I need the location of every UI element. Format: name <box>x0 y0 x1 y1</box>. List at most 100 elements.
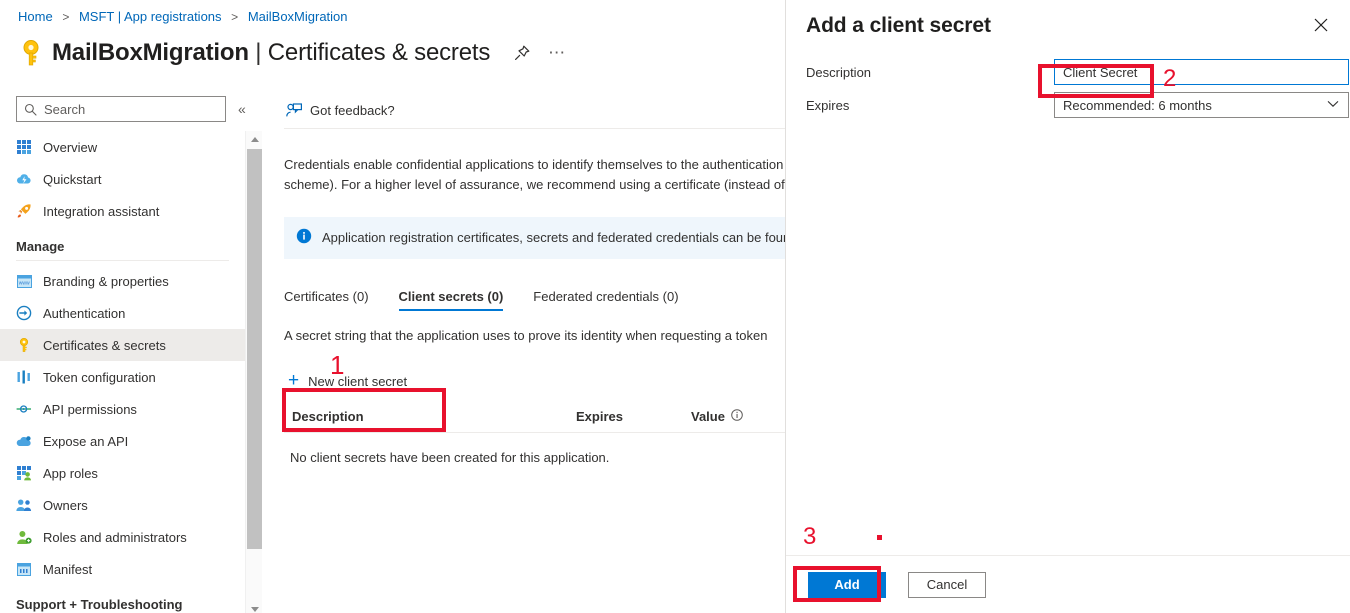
page-title-section: Certificates & secrets <box>267 39 491 66</box>
description-field-row: Description <box>786 59 1350 85</box>
sidebar-item-overview[interactable]: Overview <box>0 131 245 163</box>
pin-icon[interactable] <box>512 43 532 63</box>
cloud-lightning-icon <box>16 171 32 187</box>
sidebar-item-manifest[interactable]: Manifest <box>0 553 245 585</box>
sidebar-item-integration-assistant[interactable]: Integration assistant <box>0 195 245 227</box>
sidebar-item-label: Branding & properties <box>43 273 169 289</box>
azure-portal-screen: Home > MSFT | App registrations > MailBo… <box>0 0 1350 613</box>
expires-dropdown[interactable]: Recommended: 6 months <box>1054 92 1349 118</box>
key-icon <box>16 337 32 353</box>
sidebar-item-api-permissions[interactable]: API permissions <box>0 393 245 425</box>
key-icon <box>18 38 44 68</box>
token-icon <box>16 369 32 385</box>
rocket-icon <box>16 203 32 219</box>
table-header-row: Description Expires Value <box>284 409 785 432</box>
breadcrumb-item-mailboxmigration[interactable]: MailBoxMigration <box>248 9 348 24</box>
authentication-icon <box>16 305 32 321</box>
feedback-person-icon <box>286 102 302 116</box>
sidebar-item-label: API permissions <box>43 401 137 417</box>
page-title: MailBoxMigration | Certificates & secret… <box>52 39 490 67</box>
info-icon <box>296 228 312 249</box>
info-banner-text: Application registration certificates, s… <box>322 230 785 245</box>
sidebar-item-token-configuration[interactable]: Token configuration <box>0 361 245 393</box>
sidebar-item-certificates-secrets[interactable]: Certificates & secrets <box>0 329 245 361</box>
column-header-description: Description <box>292 409 364 424</box>
tab-client-secrets[interactable]: Client secrets (0) <box>398 289 503 311</box>
breadcrumb-item-app-registrations[interactable]: MSFT | App registrations <box>79 9 222 24</box>
add-button[interactable]: Add <box>808 571 886 598</box>
sidebar-item-owners[interactable]: Owners <box>0 489 245 521</box>
search-input[interactable] <box>42 100 212 118</box>
plus-icon: + <box>288 370 300 391</box>
credentials-description: Credentials enable confidential applicat… <box>284 157 785 192</box>
app-roles-icon <box>16 465 32 481</box>
sidebar-item-label: Integration assistant <box>43 203 160 219</box>
sidebar: « <box>0 92 262 613</box>
page-title-row: MailBoxMigration | Certificates & secret… <box>18 34 566 72</box>
sidebar-item-label: Overview <box>43 139 98 155</box>
description-field-label: Description <box>806 64 872 80</box>
branding-icon: www <box>16 273 32 289</box>
manifest-icon <box>16 561 32 577</box>
add-client-secret-panel: Add a client secret Description Expires … <box>785 0 1350 613</box>
expires-field-control: Recommended: 6 months <box>1054 92 1349 118</box>
roles-admin-icon <box>16 529 32 545</box>
sidebar-item-branding-properties[interactable]: www Branding & properties <box>0 265 245 297</box>
tab-federated-credentials[interactable]: Federated credentials (0) <box>533 289 678 311</box>
client-secret-note: A secret string that the application use… <box>284 328 768 343</box>
breadcrumb-separator: > <box>231 10 239 24</box>
info-banner: Application registration certificates, s… <box>284 217 785 259</box>
sidebar-group-support-troubleshooting: Support + Troubleshooting <box>16 597 183 612</box>
sidebar-item-expose-an-api[interactable]: Expose an API <box>0 425 245 457</box>
page-title-divider: | <box>255 39 262 66</box>
sidebar-search-row: « <box>0 92 262 122</box>
expires-field-label: Expires <box>806 97 850 113</box>
collapse-sidebar-icon[interactable]: « <box>238 101 246 117</box>
sidebar-item-authentication[interactable]: Authentication <box>0 297 245 329</box>
ellipsis-icon[interactable]: ⋯ <box>548 44 566 61</box>
sidebar-item-label: Roles and administrators <box>43 529 187 545</box>
expose-api-icon <box>16 433 32 449</box>
scroll-up-icon[interactable] <box>246 131 262 148</box>
sidebar-scrollbar[interactable] <box>245 131 262 613</box>
sidebar-item-label: Authentication <box>43 305 126 321</box>
cancel-button[interactable]: Cancel <box>908 571 986 598</box>
search-box[interactable] <box>16 96 226 122</box>
description-input[interactable] <box>1054 59 1349 85</box>
breadcrumb-item-home[interactable]: Home <box>18 9 53 24</box>
new-client-secret-button[interactable]: + New client secret <box>288 367 407 395</box>
got-feedback-label: Got feedback? <box>310 102 395 118</box>
search-icon <box>24 103 37 116</box>
expires-selected-value: Recommended: 6 months <box>1063 97 1212 113</box>
breadcrumb-separator: > <box>62 10 70 24</box>
page-title-app: MailBoxMigration <box>52 39 249 66</box>
table-empty-message: No client secrets have been created for … <box>290 450 610 465</box>
column-header-expires: Expires <box>576 409 623 424</box>
got-feedback-button[interactable]: Got feedback? <box>286 103 395 118</box>
sidebar-item-label: Expose an API <box>43 433 129 449</box>
sidebar-item-app-roles[interactable]: App roles <box>0 457 245 489</box>
expires-field-row: Expires Recommended: 6 months <box>786 92 1350 118</box>
sidebar-item-roles-and-administrators[interactable]: Roles and administrators <box>0 521 245 553</box>
sidebar-item-label: Manifest <box>43 561 93 577</box>
breadcrumb: Home > MSFT | App registrations > MailBo… <box>18 9 348 25</box>
sidebar-item-label: Quickstart <box>43 171 102 187</box>
sidebar-item-label: Owners <box>43 497 88 513</box>
api-permissions-icon <box>16 401 32 417</box>
chevron-down-icon <box>1327 99 1339 111</box>
scroll-down-icon[interactable] <box>246 601 262 613</box>
tab-certificates[interactable]: Certificates (0) <box>284 289 369 311</box>
sidebar-item-quickstart[interactable]: Quickstart <box>0 163 245 195</box>
client-secrets-table: Description Expires Value No client secr… <box>284 409 785 465</box>
sidebar-divider <box>16 260 229 261</box>
new-client-secret-label: New client secret <box>308 373 408 389</box>
scrollbar-thumb[interactable] <box>247 149 262 549</box>
column-header-value-label: Value <box>691 409 725 424</box>
panel-title: Add a client secret <box>806 14 991 37</box>
close-icon[interactable] <box>1306 10 1336 40</box>
tab-list: Certificates (0) Client secrets (0) Fede… <box>284 281 785 311</box>
info-circle-icon[interactable] <box>731 409 743 424</box>
panel-footer: Add Cancel <box>786 555 1350 613</box>
grid-icon <box>16 139 32 155</box>
description-field-control <box>1054 59 1349 85</box>
